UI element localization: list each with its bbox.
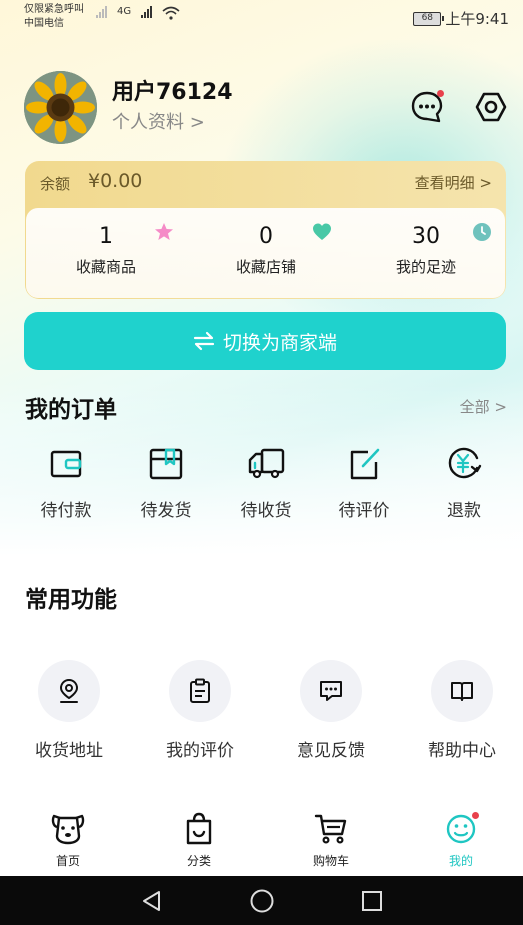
view-details-link[interactable]: 查看明细 > bbox=[415, 172, 492, 193]
function-label: 帮助中心 bbox=[428, 741, 496, 761]
message-button[interactable] bbox=[410, 90, 444, 124]
book-icon bbox=[451, 682, 473, 701]
bottom-tab-bar: 首页 分类 购物车 我的 bbox=[0, 800, 523, 876]
carrier-name: 中国电信 bbox=[24, 18, 64, 29]
clock-time: 上午9:41 bbox=[445, 10, 509, 28]
switch-to-merchant-button[interactable]: 切换为商家端 bbox=[24, 312, 506, 370]
username: 用户76124 bbox=[112, 80, 233, 105]
system-navigation-bar bbox=[0, 876, 523, 925]
function-label: 我的评价 bbox=[166, 741, 234, 761]
stat-label: 我的足迹 bbox=[395, 258, 456, 276]
profile-link[interactable]: 个人资料 > bbox=[112, 108, 205, 134]
function-address[interactable]: 收货地址 bbox=[14, 660, 124, 761]
orders-title: 我的订单 bbox=[25, 397, 117, 423]
swap-arrows-icon bbox=[193, 331, 215, 351]
order-pending-receipt[interactable]: 待收货 bbox=[221, 444, 311, 521]
back-triangle-icon[interactable] bbox=[140, 889, 164, 913]
status-bar: 仅限紧急呼叫 中国电信 4G 68 上午9:41 bbox=[0, 0, 523, 36]
status-right: 68 上午9:41 bbox=[413, 8, 509, 29]
order-refund[interactable]: 退款 bbox=[419, 444, 509, 521]
function-label: 收货地址 bbox=[35, 741, 103, 761]
order-label: 待收货 bbox=[240, 501, 292, 521]
clock-icon bbox=[473, 223, 491, 241]
wallet-icon bbox=[50, 450, 82, 478]
order-label: 待付款 bbox=[40, 501, 92, 521]
shopping-bag-icon bbox=[186, 812, 212, 845]
function-icon-circle bbox=[38, 660, 100, 722]
truck-icon bbox=[248, 448, 285, 479]
order-label: 待评价 bbox=[338, 501, 390, 521]
feedback-icon bbox=[320, 681, 342, 701]
signal-strength-icon bbox=[141, 6, 153, 18]
cart-icon bbox=[314, 814, 347, 844]
tab-label: 分类 bbox=[186, 854, 211, 868]
dog-face-icon bbox=[51, 814, 85, 845]
home-circle-icon[interactable] bbox=[249, 888, 275, 914]
edit-icon bbox=[350, 448, 380, 480]
avatar[interactable] bbox=[24, 71, 97, 144]
balance-amount: ¥0.00 bbox=[88, 170, 143, 192]
network-type: 4G bbox=[117, 6, 132, 17]
functions-title: 常用功能 bbox=[25, 587, 117, 613]
function-my-reviews[interactable]: 我的评价 bbox=[145, 660, 255, 761]
sunflower-avatar-image bbox=[24, 71, 97, 144]
battery-icon: 68 bbox=[413, 11, 445, 26]
stats-panel: 1 收藏商品 0 收藏店铺 30 我的足迹 bbox=[26, 208, 505, 298]
order-label: 待发货 bbox=[140, 501, 192, 521]
tab-label: 首页 bbox=[55, 854, 80, 868]
function-feedback[interactable]: 意见反馈 bbox=[276, 660, 386, 761]
star-icon bbox=[155, 223, 173, 240]
order-pending-review[interactable]: 待评价 bbox=[319, 444, 409, 521]
tab-home[interactable]: 首页 bbox=[23, 812, 113, 869]
function-label: 意见反馈 bbox=[297, 741, 365, 761]
tab-label: 购物车 bbox=[312, 854, 349, 868]
switch-button-label: 切换为商家端 bbox=[222, 331, 337, 354]
notification-dot bbox=[437, 90, 444, 97]
stat-label: 收藏商品 bbox=[75, 258, 136, 276]
tab-mine[interactable]: 我的 bbox=[416, 812, 506, 869]
clipboard-icon bbox=[190, 678, 210, 703]
function-icon-circle bbox=[169, 660, 231, 722]
hexagon-settings-icon bbox=[475, 92, 507, 122]
tab-category[interactable]: 分类 bbox=[154, 812, 244, 869]
tab-label: 我的 bbox=[448, 854, 473, 868]
function-icon-circle bbox=[431, 660, 493, 722]
order-pending-payment[interactable]: 待付款 bbox=[21, 444, 111, 521]
emergency-call-text: 仅限紧急呼叫 bbox=[24, 4, 84, 15]
stat-label: 收藏店铺 bbox=[235, 258, 296, 276]
location-pin-icon bbox=[59, 678, 79, 703]
recents-square-icon[interactable] bbox=[360, 889, 384, 913]
orders-view-all-link[interactable]: 全部 > bbox=[460, 396, 507, 417]
order-pending-shipment[interactable]: 待发货 bbox=[121, 444, 211, 521]
function-icon-circle bbox=[300, 660, 362, 722]
function-help-center[interactable]: 帮助中心 bbox=[407, 660, 517, 761]
wifi-icon bbox=[162, 6, 180, 20]
signal-strength-icon bbox=[96, 6, 107, 18]
order-label: 退款 bbox=[447, 501, 481, 521]
package-icon bbox=[149, 448, 183, 480]
tab-cart[interactable]: 购物车 bbox=[286, 812, 376, 869]
balance-card: 余额 ¥0.00 查看明细 > 1 收藏商品 0 收藏店铺 30 我的足迹 bbox=[25, 161, 506, 299]
settings-button[interactable] bbox=[474, 90, 508, 124]
refund-icon bbox=[448, 447, 482, 479]
balance-label: 余额 bbox=[40, 175, 71, 193]
notification-dot bbox=[472, 812, 479, 819]
carrier-info: 仅限紧急呼叫 中国电信 bbox=[24, 3, 84, 31]
signal-indicators: 4G bbox=[96, 6, 180, 20]
heart-icon bbox=[313, 223, 331, 240]
